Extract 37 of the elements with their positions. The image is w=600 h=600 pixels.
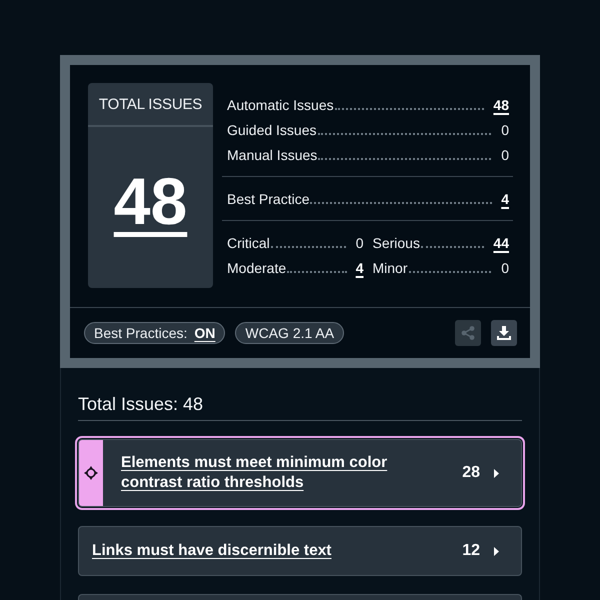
issue-card[interactable] [78,594,522,600]
issue-title-link[interactable]: Elements must meet minimum color contrast ratio thresholds [121,453,421,493]
count-label: Serious [372,234,420,250]
issue-card[interactable]: Links must have discernible text 12 [78,526,522,576]
count-value: 0 [354,234,364,250]
count-value: 0 [500,122,509,138]
dotted-leader [420,246,484,248]
count-link[interactable]: 4 [356,260,364,276]
download-button[interactable] [491,320,517,346]
toggle-link[interactable]: ON [194,325,216,341]
download-icon [497,326,511,340]
count-label: Guided Issues [227,122,316,138]
issue-count: 12 [462,542,480,560]
pill-label: Best Practices: [94,325,188,341]
total-issues-title: TOTAL ISSUES [98,96,202,112]
issue-card[interactable]: Elements must meet minimum color contrast ratio thresholds 28 [78,439,522,507]
count-label: Automatic Issues [227,96,334,112]
count-label: Critical [227,234,270,250]
count-link[interactable]: 4 [501,190,509,206]
count-value: 0 [500,260,509,276]
count-label: Manual Issues [227,146,318,162]
total-count-link[interactable]: 48 [114,168,188,234]
dotted-leader [287,270,347,272]
caret-right-icon [494,468,499,478]
issues-heading: Total Issues: 48 [78,393,204,416]
count-link[interactable]: 44 [493,234,509,250]
count-link[interactable]: 48 [493,96,509,112]
issue-title-link[interactable]: Links must have discernible text [92,541,392,561]
count-label: Best Practice [227,190,310,206]
count-label: Minor [372,260,408,276]
count-label: Moderate [227,260,286,276]
count-value: 0 [500,146,509,162]
standard-tag: WCAG 2.1 AA [235,322,344,344]
caret-right-icon [494,546,499,556]
issue-count: 28 [462,464,480,482]
crosshair-icon [84,466,98,480]
share-icon [461,326,475,340]
